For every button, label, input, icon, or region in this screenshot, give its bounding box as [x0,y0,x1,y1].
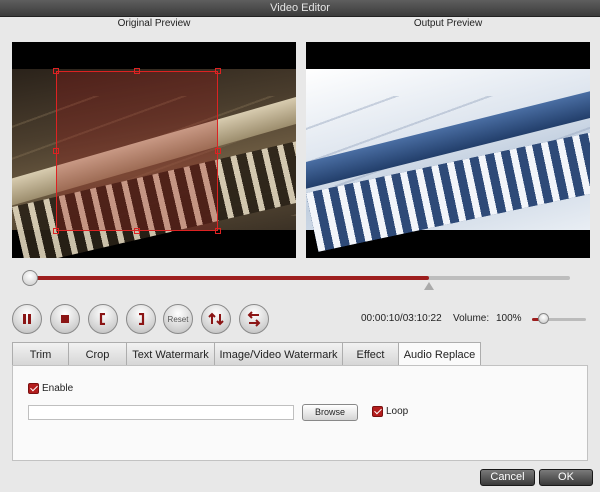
output-preview [306,42,590,258]
timeline-track[interactable] [28,276,570,280]
crop-handle-bottom-right[interactable] [215,228,221,234]
tab-text-watermark[interactable]: Text Watermark [127,342,215,366]
crop-handle-bottom-left[interactable] [53,228,59,234]
flip-vertical-icon [208,312,224,326]
timeline-start-handle[interactable] [22,270,38,286]
timeline-progress [28,276,430,280]
volume-value: 100% [496,313,522,324]
crop-handle-top-right[interactable] [215,68,221,74]
editor-tabs: Trim Crop Text Watermark Image/Video Wat… [12,342,481,366]
volume-slider-thumb[interactable] [538,313,549,324]
original-preview-label: Original Preview [117,18,191,29]
tab-image-video-watermark[interactable]: Image/Video Watermark [215,342,343,366]
original-preview[interactable] [12,42,296,258]
crop-handle-bottom[interactable] [134,228,140,234]
tab-audio-replace[interactable]: Audio Replace [399,342,481,366]
enable-label: Enable [42,383,74,394]
flip-vertical-button[interactable] [201,304,231,334]
pause-button[interactable] [12,304,42,334]
tab-trim[interactable]: Trim [12,342,69,366]
mark-out-button[interactable] [126,304,156,334]
crop-handle-top[interactable] [134,68,140,74]
flip-horizontal-icon [247,311,261,327]
mark-in-icon [99,313,105,325]
crop-handle-top-left[interactable] [53,68,59,74]
crop-handle-right[interactable] [215,148,221,154]
tab-crop[interactable]: Crop [69,342,127,366]
reset-button[interactable]: Reset [163,304,193,334]
window-title: Video Editor [0,0,600,17]
pause-icon [23,314,31,324]
flip-horizontal-button[interactable] [239,304,269,334]
mark-in-button[interactable] [88,304,118,334]
loop-checkbox[interactable] [372,406,383,417]
trim-end-marker[interactable] [424,282,435,290]
output-preview-label: Output Preview [413,18,483,29]
crop-selection-rect[interactable] [56,71,218,231]
mark-out-icon [139,313,145,325]
reset-label: Reset [167,314,189,324]
loop-label: Loop [386,406,409,417]
crop-handle-left[interactable] [53,148,59,154]
cancel-button[interactable]: Cancel [480,469,535,486]
stop-button[interactable] [50,304,80,334]
enable-checkbox[interactable] [28,383,39,394]
tab-effect[interactable]: Effect [343,342,399,366]
stop-icon [61,315,69,323]
time-readout: 00:00:10/03:10:22 [361,313,442,324]
audio-file-path-field[interactable] [28,405,294,420]
volume-label: Volume: [453,313,490,324]
browse-button[interactable]: Browse [302,404,358,421]
ok-button[interactable]: OK [539,469,593,486]
output-video-frame [306,69,590,252]
